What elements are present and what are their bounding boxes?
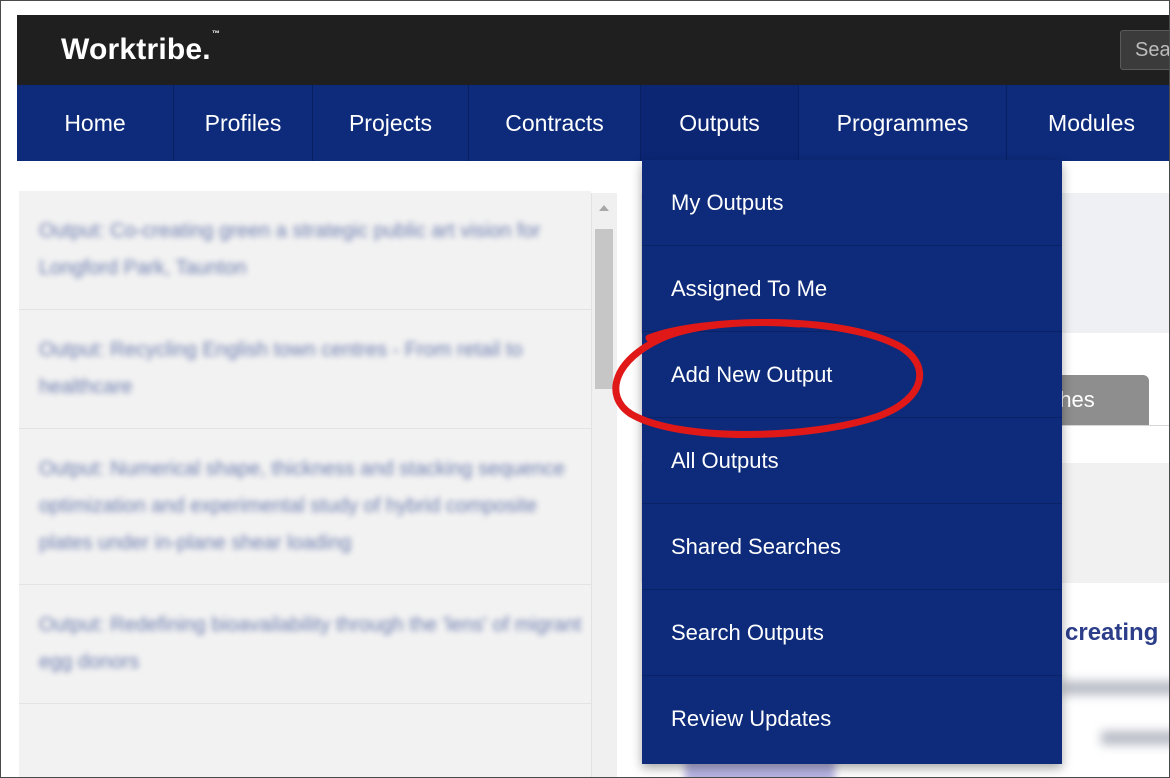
menu-item-my-outputs[interactable]: My Outputs (642, 160, 1062, 246)
menu-item-assigned-to-me[interactable]: Assigned To Me (642, 246, 1062, 332)
menu-item-all-outputs[interactable]: All Outputs (642, 418, 1062, 504)
list-item[interactable]: Output: Recycling English town centres -… (19, 310, 591, 429)
menu-item-shared-searches[interactable]: Shared Searches (642, 504, 1062, 590)
nav-item-programmes[interactable]: Programmes (799, 85, 1007, 161)
worktribe-logo[interactable]: Worktribe.™ (61, 29, 220, 67)
nav-item-modules[interactable]: Modules (1007, 85, 1169, 161)
list-scrollbar[interactable] (591, 193, 617, 777)
outputs-dropdown-menu: My Outputs Assigned To Me Add New Output… (642, 160, 1062, 764)
list-item-text: Output: Numerical shape, thickness and s… (39, 458, 565, 554)
main-nav: Home Profiles Projects Contracts Outputs… (17, 85, 1169, 161)
nav-item-profiles[interactable]: Profiles (174, 85, 313, 161)
blurred-text (1061, 681, 1169, 695)
list-item-text: Output: Recycling English town centres -… (39, 339, 523, 398)
nav-item-home[interactable]: Home (17, 85, 174, 161)
scroll-thumb[interactable] (595, 229, 613, 389)
menu-item-add-new-output[interactable]: Add New Output (642, 332, 1062, 418)
nav-item-projects[interactable]: Projects (313, 85, 469, 161)
scroll-up-arrow-icon[interactable] (599, 205, 609, 211)
nav-item-outputs[interactable]: Outputs (641, 85, 799, 161)
menu-item-search-outputs[interactable]: Search Outputs (642, 590, 1062, 676)
screenshot-frame: Worktribe.™ Sea Home Profiles Projects C… (0, 0, 1170, 778)
brand-name: Worktribe. (61, 33, 211, 66)
nav-item-contracts[interactable]: Contracts (469, 85, 641, 161)
menu-item-review-updates[interactable]: Review Updates (642, 676, 1062, 762)
list-item-text: Output: Redefining bioavailability throu… (39, 614, 582, 673)
output-list-panel: Output: Co-creating green a strategic pu… (19, 191, 591, 777)
output-card-title[interactable]: creating (1065, 619, 1158, 647)
list-item[interactable]: Output: Numerical shape, thickness and s… (19, 429, 591, 585)
top-header: Worktribe.™ Sea (17, 15, 1169, 85)
trademark-mark: ™ (211, 29, 221, 38)
list-item[interactable]: Output: Redefining bioavailability throu… (19, 585, 591, 704)
blurred-text (1101, 731, 1169, 745)
list-item[interactable]: Output: Co-creating green a strategic pu… (19, 191, 591, 310)
list-item-text: Output: Co-creating green a strategic pu… (39, 220, 541, 279)
search-input[interactable]: Sea (1120, 30, 1169, 70)
